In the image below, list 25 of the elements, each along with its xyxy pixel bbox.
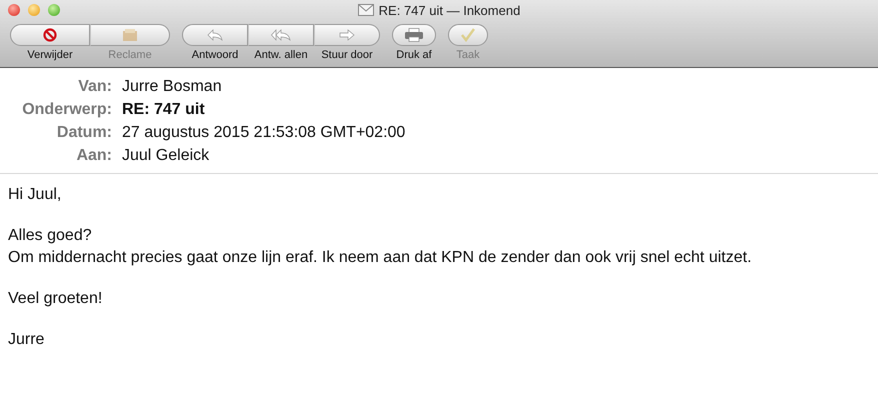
header-label: Onderwerp: (21, 101, 113, 119)
message-text: Hi Juul, (8, 185, 62, 205)
header-value: 27 augustus 2015 21:53:08 GMT+02:00 (122, 124, 406, 142)
window-title: RE: 747 uit — Inkomend (378, 2, 520, 18)
header-label: Datum: (56, 124, 113, 142)
zoom-button[interactable] (48, 4, 60, 16)
forward-arrow-icon (339, 29, 355, 41)
message-text: Veel groeten! (8, 289, 104, 309)
no-entry-icon (43, 28, 57, 42)
message-text: Om middernacht precies gaat onze lijn eraf. Ik neem aan dat KPN de zender dan ook vrij snel echt uitzet. (8, 248, 753, 268)
reply-arrow-icon (207, 29, 223, 41)
envelope-icon (358, 4, 374, 16)
reply-all-arrow-icon (271, 29, 291, 41)
close-button[interactable] (8, 4, 20, 16)
message-text: Alles goed? (8, 226, 93, 246)
header-value: Jurre Bosman (122, 78, 222, 96)
header-value: RE: 747 uit (122, 101, 205, 119)
minimize-button[interactable] (28, 4, 40, 16)
message-text: Jurre (8, 330, 46, 350)
header-label: Aan: (75, 147, 113, 165)
paper-bag-icon (122, 28, 138, 42)
header-value: Juul Geleick (122, 147, 210, 165)
printer-icon (404, 28, 424, 42)
header-label: Van: (77, 78, 113, 96)
checkmark-icon (460, 28, 476, 42)
